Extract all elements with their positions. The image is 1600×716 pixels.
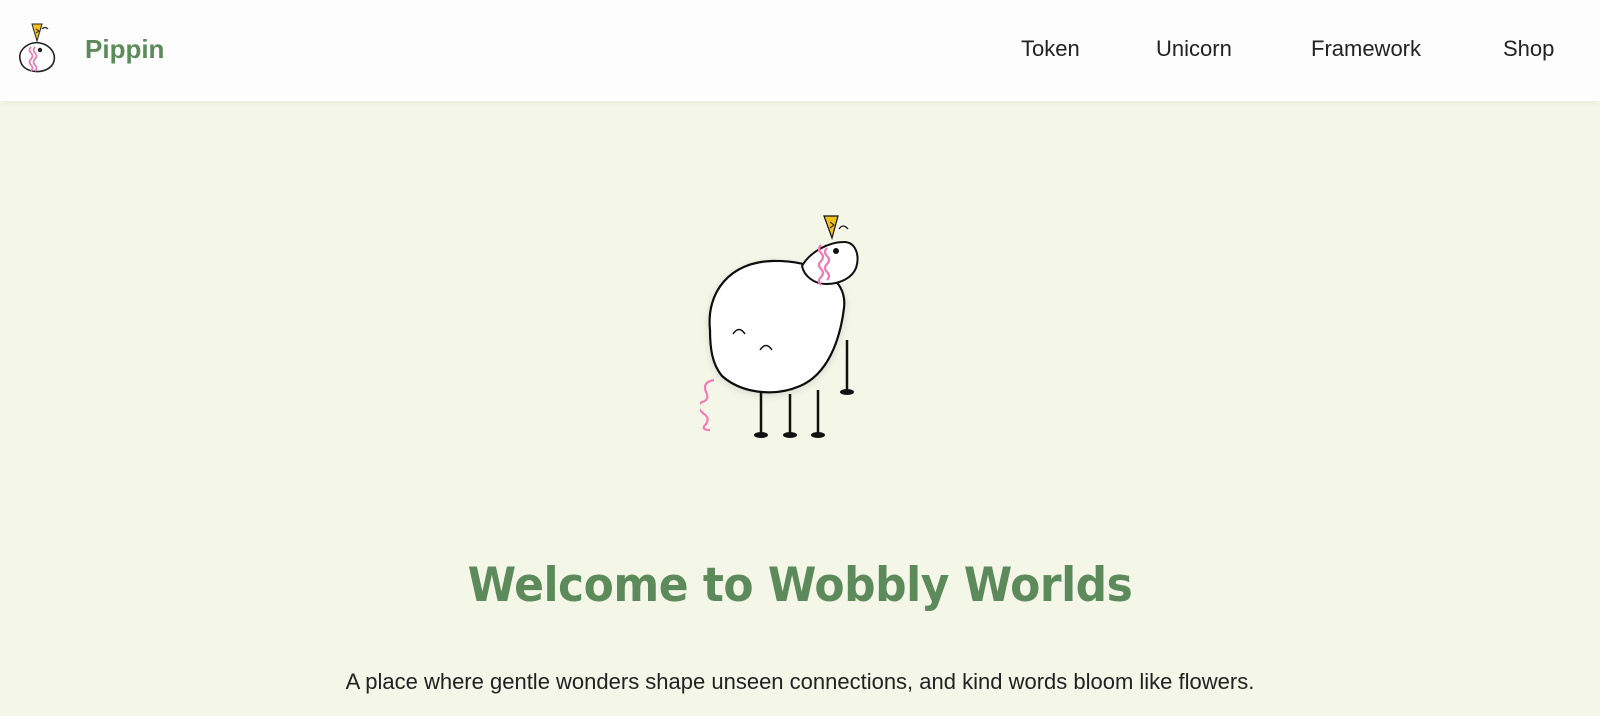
- site-header: Pippin Token Unicorn Framework Shop: [0, 0, 1600, 101]
- pippin-unicorn-illustration: [700, 215, 859, 438]
- pippin-unicorn-icon: [19, 23, 56, 73]
- brand-name: Pippin: [85, 33, 165, 64]
- brand-home-link[interactable]: Pippin: [14, 21, 164, 77]
- nav-link-framework[interactable]: Framework: [1311, 36, 1421, 62]
- nav-link-shop[interactable]: Shop: [1503, 36, 1554, 62]
- hero-subtitle: A place where gentle wonders shape unsee…: [345, 669, 1255, 694]
- nav-link-token[interactable]: Token: [1021, 36, 1080, 62]
- nav-link-unicorn[interactable]: Unicorn: [1156, 36, 1232, 62]
- hero-title: Welcome to Wobbly Worlds: [467, 557, 1133, 614]
